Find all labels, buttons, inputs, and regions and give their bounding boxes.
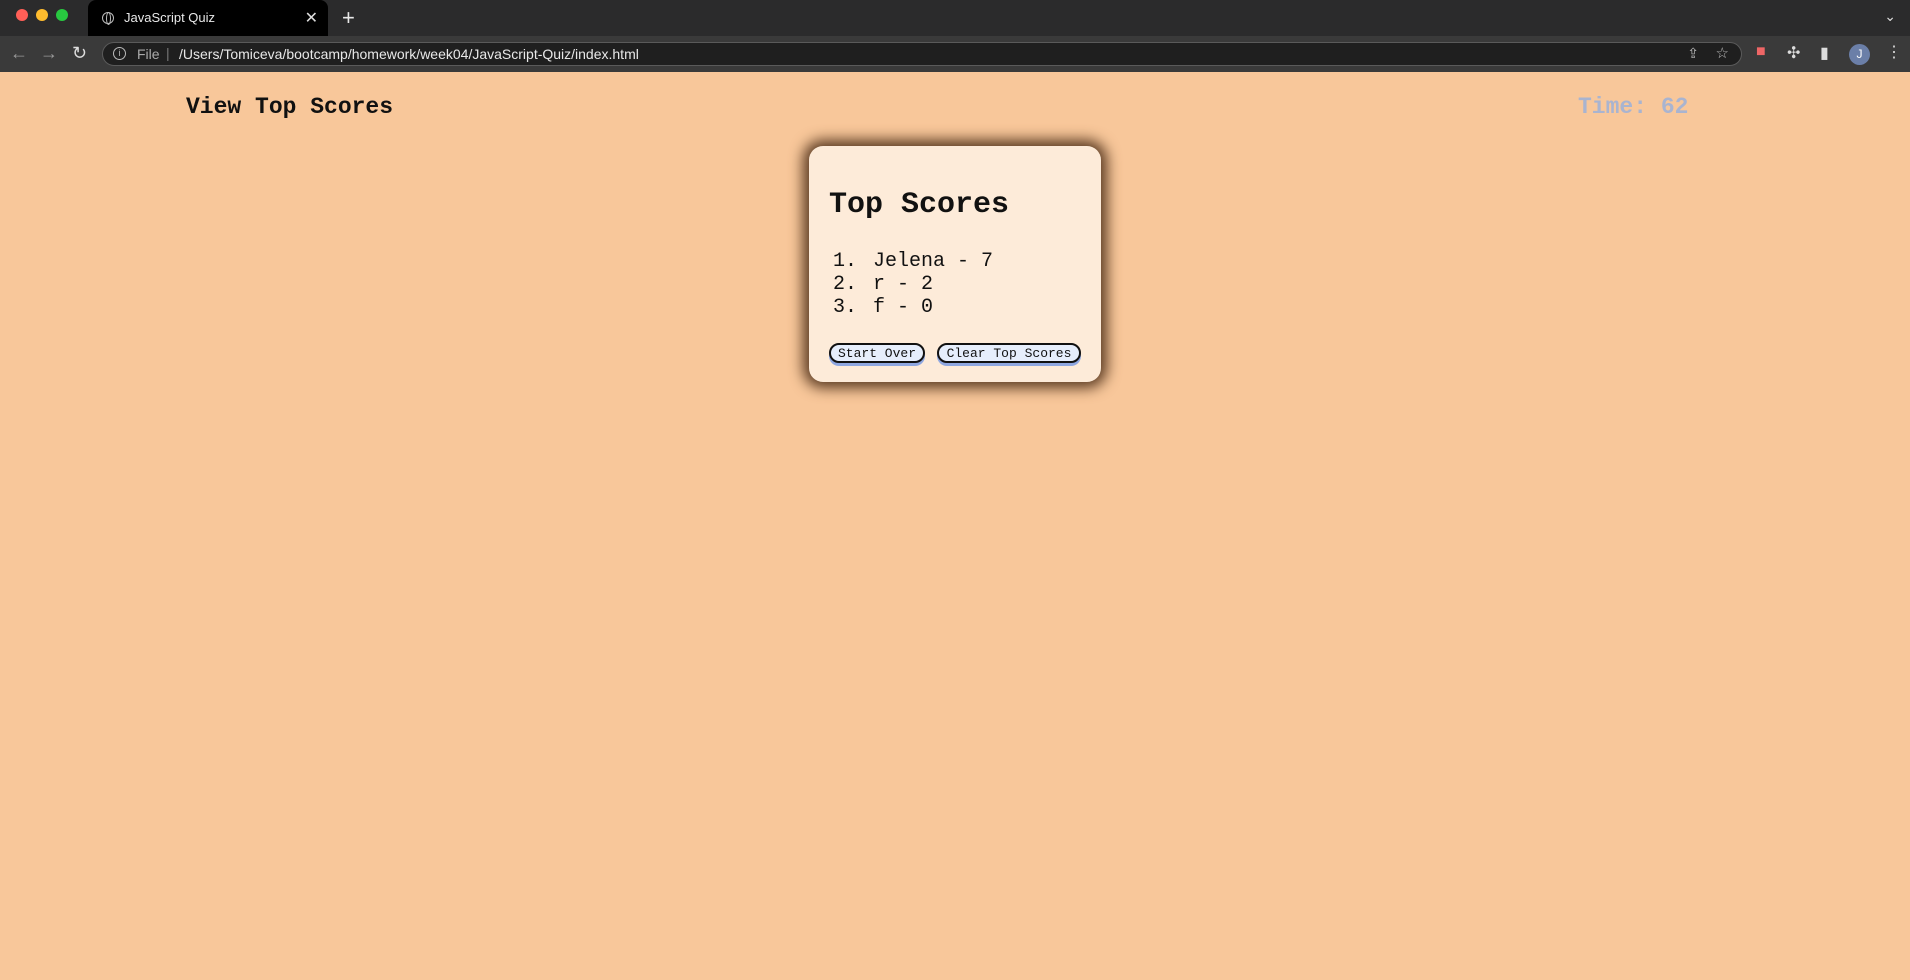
score-list: 1. Jelena - 7 2. r - 2 3. f - 0 — [833, 250, 993, 319]
puzzle-icon[interactable]: ✣ — [1787, 43, 1800, 63]
score-entry: f - 0 — [873, 296, 934, 319]
tab-title: JavaScript Quiz — [124, 10, 216, 25]
maximize-window-button[interactable] — [56, 9, 68, 21]
star-icon[interactable]: ☆ — [1716, 44, 1729, 62]
url-text[interactable]: /Users/Tomiceva/bootcamp/homework/week04… — [179, 46, 639, 62]
score-rank: 1. — [833, 250, 858, 273]
new-tab-button[interactable]: + — [342, 5, 355, 31]
minimize-window-button[interactable] — [36, 9, 48, 21]
browser-chrome: JavaScript Quiz ✕ + ⌄ ← → ↻ i File | /Us… — [0, 0, 1910, 72]
reload-button[interactable]: ↻ — [72, 43, 87, 64]
globe-icon — [102, 12, 114, 25]
back-button[interactable]: ← — [10, 43, 28, 64]
side-panel-icon[interactable]: ▮ — [1820, 43, 1829, 63]
tab-javascript-quiz[interactable]: JavaScript Quiz ✕ — [88, 0, 328, 36]
address-bar[interactable]: i File | /Users/Tomiceva/bootcamp/homewo… — [102, 42, 1742, 66]
card-title: Top Scores — [829, 188, 1010, 222]
list-item: 1. Jelena - 7 — [833, 250, 993, 273]
tab-search-icon[interactable]: ⌄ — [1884, 8, 1896, 25]
score-entry: r - 2 — [873, 273, 934, 296]
forward-button[interactable]: → — [40, 43, 58, 64]
share-icon[interactable]: ⇪ — [1687, 45, 1699, 62]
url-separator: | — [166, 45, 170, 61]
close-window-button[interactable] — [16, 9, 28, 21]
clear-top-scores-button[interactable]: Clear Top Scores — [937, 343, 1081, 363]
score-rank: 2. — [833, 273, 858, 296]
start-over-button[interactable]: Start Over — [829, 343, 925, 363]
list-item: 2. r - 2 — [833, 273, 993, 296]
view-top-scores-link[interactable]: View Top Scores — [186, 94, 393, 120]
avatar[interactable]: J — [1849, 44, 1870, 65]
list-item: 3. f - 0 — [833, 296, 993, 319]
score-rank: 3. — [833, 296, 858, 319]
url-scheme: File — [137, 46, 160, 62]
score-entry: Jelena - 7 — [873, 250, 994, 273]
record-icon[interactable]: ■ — [1756, 43, 1766, 61]
tab-close-icon[interactable]: ✕ — [305, 8, 318, 28]
browser-toolbar: ← → ↻ i File | /Users/Tomiceva/bootcamp/… — [0, 36, 1910, 72]
info-icon[interactable]: i — [113, 47, 126, 60]
timer: Time: 62 — [1578, 94, 1689, 120]
kebab-menu-icon[interactable]: ⋮ — [1886, 42, 1902, 62]
tab-strip: JavaScript Quiz ✕ + ⌄ — [0, 0, 1910, 36]
